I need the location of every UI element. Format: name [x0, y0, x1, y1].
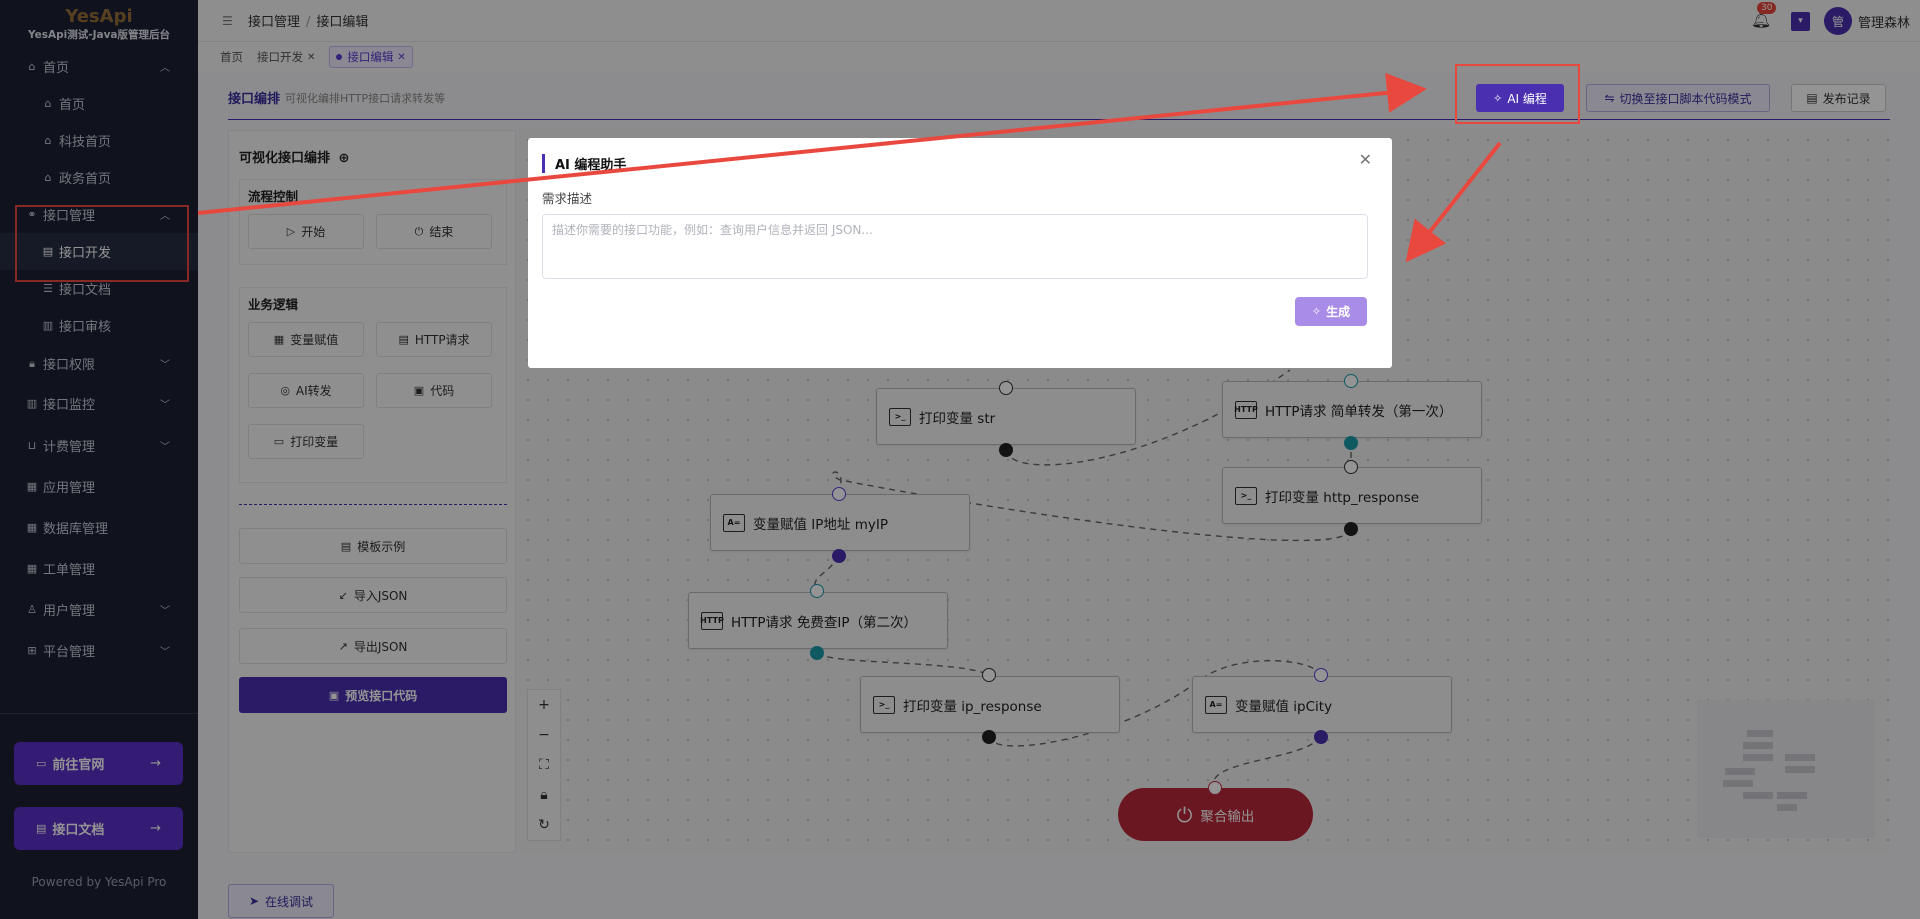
requirement-label: 需求描述	[542, 191, 593, 206]
generate-button[interactable]: ✧ 生成	[1295, 297, 1367, 326]
dialog-title: AI 编程助手	[542, 154, 626, 173]
ai-programming-button[interactable]: ✧ AI 编程	[1476, 84, 1564, 112]
sparkle-icon: ✧	[1311, 305, 1322, 318]
requirement-input[interactable]	[542, 214, 1368, 279]
sparkle-icon: ✧	[1493, 91, 1503, 105]
close-icon[interactable]: ✕	[1359, 150, 1372, 169]
ai-assistant-dialog: AI 编程助手 ✕ 需求描述 ✧生成	[528, 138, 1392, 368]
